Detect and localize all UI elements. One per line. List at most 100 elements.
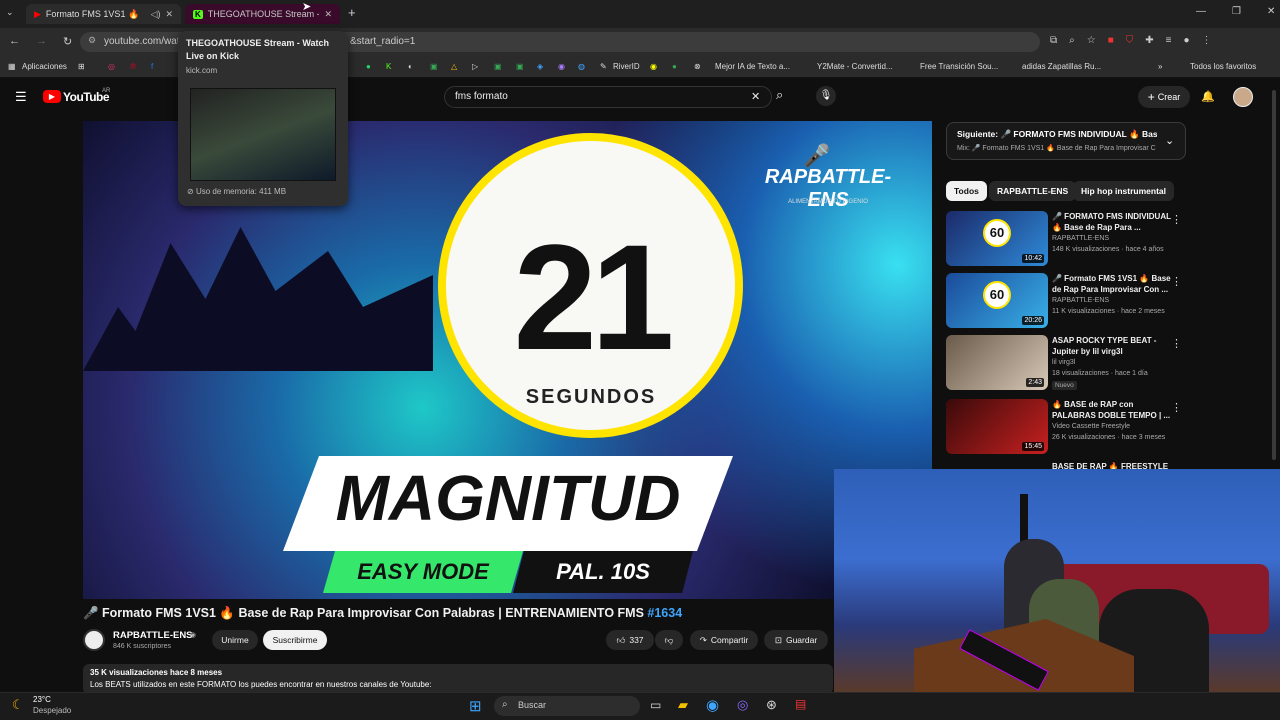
bookmark-icon[interactable]: ◈ bbox=[537, 62, 543, 71]
expand-icon[interactable]: ⌄ bbox=[1165, 134, 1174, 147]
extension-shield-icon[interactable]: ⛉ bbox=[1126, 35, 1134, 46]
reload-icon[interactable]: ↻ bbox=[63, 35, 72, 48]
extensions-puzzle-icon[interactable]: ✚ bbox=[1145, 35, 1153, 46]
tab-search-icon[interactable]: ≡ bbox=[1166, 35, 1172, 46]
save-button[interactable]: ⊡ Guardar bbox=[764, 630, 828, 650]
back-icon[interactable]: ← bbox=[9, 35, 20, 48]
dislike-button[interactable]: 👎︎ bbox=[655, 630, 683, 650]
create-label: Crear bbox=[1157, 92, 1181, 102]
close-window-icon[interactable]: ✕ bbox=[1267, 6, 1275, 17]
bookmark-icon[interactable]: ◉ bbox=[558, 62, 565, 71]
search-input[interactable]: fms formato ✕ bbox=[444, 86, 772, 108]
bookmark-adidas[interactable]: adidas Zapatillas Ru... bbox=[1022, 62, 1101, 71]
channel-avatar[interactable] bbox=[83, 629, 105, 651]
temperature[interactable]: 23°C bbox=[33, 695, 51, 704]
voice-search-icon[interactable]: 🎙 bbox=[816, 86, 836, 106]
bookmark-icon[interactable]: ▷ bbox=[472, 62, 478, 71]
chip-hiphop[interactable]: Hip hop instrumental bbox=[1073, 181, 1174, 201]
bookmark-icon[interactable]: ● bbox=[672, 62, 677, 71]
speaker-icon[interactable]: ◁) bbox=[151, 9, 161, 20]
like-button[interactable]: 👍︎ 337 bbox=[606, 630, 654, 650]
forward-icon[interactable]: → bbox=[36, 35, 47, 48]
instagram-icon[interactable]: ◎ bbox=[108, 62, 115, 71]
close-tab-icon[interactable]: ✕ bbox=[165, 9, 173, 20]
list-item[interactable]: 60 10:42 🎤 FORMATO FMS INDIVIDUAL 🔥 Base… bbox=[946, 211, 1186, 269]
bookmark-icon[interactable]: ◐ bbox=[408, 62, 413, 71]
video-thumbnail[interactable]: 60 10:42 bbox=[946, 211, 1048, 266]
list-item[interactable]: 2:43 ASAP ROCKY TYPE BEAT - Jupiter by l… bbox=[946, 335, 1186, 393]
file-explorer-icon[interactable]: ▰ bbox=[678, 697, 688, 713]
bookmark-ia[interactable]: Mejor IA de Texto a... bbox=[715, 62, 790, 71]
list-item[interactable]: BASE DE RAP 🔥 FREESTYLE bbox=[946, 461, 1186, 469]
cast-icon[interactable]: ⧉ bbox=[1050, 35, 1057, 46]
subscribe-button[interactable]: Suscribirme bbox=[263, 630, 327, 650]
apps-grid-icon[interactable]: ▦ bbox=[8, 62, 16, 71]
new-tab-icon[interactable]: + bbox=[348, 5, 356, 20]
description-box[interactable]: 35 K visualizaciones hace 8 meses Los BE… bbox=[83, 664, 833, 694]
extension-red-icon[interactable]: ■ bbox=[1108, 35, 1114, 46]
more-bookmarks-icon[interactable]: » bbox=[1158, 62, 1162, 71]
notifications-bell-icon[interactable]: 🔔 bbox=[1201, 90, 1215, 103]
tab-list-icon[interactable]: ⌄ bbox=[6, 7, 14, 18]
page-scrollbar[interactable] bbox=[1272, 90, 1276, 460]
chip-channel[interactable]: RAPBATTLE-ENS bbox=[989, 181, 1077, 201]
bookmark-icon[interactable]: ◉ bbox=[650, 62, 657, 71]
video-thumbnail[interactable]: 60 20:26 bbox=[946, 273, 1048, 328]
bookmark-all[interactable]: Todos los favoritos bbox=[1190, 62, 1256, 71]
restore-icon[interactable]: ❐ bbox=[1232, 6, 1241, 17]
kick-bookmark-icon[interactable]: K bbox=[386, 62, 391, 71]
video-thumbnail[interactable]: 15:45 bbox=[946, 399, 1048, 454]
windows-start-icon[interactable]: ⊞ bbox=[469, 697, 482, 715]
bookmark-star-icon[interactable]: ☆ bbox=[1087, 35, 1096, 46]
hamburger-menu-icon[interactable]: ☰ bbox=[15, 89, 27, 105]
account-avatar[interactable] bbox=[1233, 87, 1253, 107]
app-icon[interactable]: ⊛ bbox=[766, 697, 777, 713]
bookmark-riverid[interactable]: RiverID bbox=[613, 62, 640, 71]
video-hashtag[interactable]: #1634 bbox=[647, 606, 682, 620]
chrome-icon[interactable]: ◉ bbox=[706, 696, 719, 714]
bookmark-grid-icon[interactable]: ⊞ bbox=[78, 62, 85, 71]
weather-icon[interactable]: ☾ bbox=[12, 697, 24, 713]
more-options-icon[interactable]: ⋮ bbox=[1171, 275, 1182, 288]
app-icon[interactable]: ▤ bbox=[795, 697, 806, 711]
share-button[interactable]: ↷ Compartir bbox=[690, 630, 758, 650]
up-next-panel[interactable]: Siguiente: 🎤 FORMATO FMS INDIVIDUAL 🔥 Ba… bbox=[946, 122, 1186, 160]
menu-icon[interactable]: ⋮ bbox=[1202, 35, 1212, 46]
drive-icon[interactable]: △ bbox=[451, 62, 457, 71]
more-options-icon[interactable]: ⋮ bbox=[1171, 337, 1182, 350]
chip-all[interactable]: Todos bbox=[946, 181, 987, 201]
channel-name[interactable]: RAPBATTLE-ENS bbox=[113, 630, 193, 641]
site-info-icon[interactable]: ⚙ bbox=[88, 35, 96, 46]
pinterest-icon[interactable]: ℗ bbox=[130, 62, 136, 71]
facebook-icon[interactable]: f bbox=[151, 62, 153, 71]
subscriber-count: 846 K suscriptores bbox=[113, 643, 171, 650]
more-options-icon[interactable]: ⋮ bbox=[1171, 401, 1182, 414]
profile-icon[interactable]: ● bbox=[1184, 35, 1190, 46]
bookmark-transicion[interactable]: Free Transición Sou... bbox=[920, 62, 998, 71]
youtube-logo-icon[interactable]: ▶ bbox=[43, 90, 61, 103]
close-tab-icon[interactable]: ✕ bbox=[324, 9, 332, 20]
bookmark-icon[interactable]: ⊗ bbox=[694, 62, 701, 71]
sheets-icon[interactable]: ▣ bbox=[494, 62, 502, 71]
list-item[interactable]: 15:45 🔥 BASE de RAP con PALABRAS DOBLE T… bbox=[946, 399, 1186, 457]
search-button-icon[interactable]: ⌕ bbox=[776, 87, 783, 103]
bookmark-y2mate[interactable]: Y2Mate - Convertid... bbox=[817, 62, 893, 71]
bookmark-apps[interactable]: Aplicaciones bbox=[22, 62, 67, 71]
whatsapp-icon[interactable]: ● bbox=[366, 62, 371, 71]
join-button[interactable]: Unirme bbox=[212, 630, 258, 650]
tab-kick[interactable]: K THEGOATHOUSE Stream - Watch Live on Ki… bbox=[185, 4, 340, 24]
minimize-icon[interactable]: — bbox=[1196, 6, 1206, 17]
bookmark-icon[interactable]: ◍ bbox=[578, 62, 585, 71]
video-thumbnail[interactable]: 2:43 bbox=[946, 335, 1048, 390]
clear-search-icon[interactable]: ✕ bbox=[751, 90, 760, 103]
more-options-icon[interactable]: ⋮ bbox=[1171, 213, 1182, 226]
bookmark-icon[interactable]: ▣ bbox=[516, 62, 524, 71]
create-button[interactable]: + Crear bbox=[1138, 86, 1190, 108]
sheets-icon[interactable]: ▣ bbox=[430, 62, 438, 71]
taskbar-search[interactable]: ⌕ Buscar bbox=[494, 696, 640, 716]
list-item[interactable]: 60 20:26 🎤 Formato FMS 1VS1 🔥 Base de Ra… bbox=[946, 273, 1186, 331]
tab-youtube[interactable]: ▶ Formato FMS 1VS1 🔥 ◁) ✕ bbox=[26, 4, 181, 24]
app-icon[interactable]: ◎ bbox=[737, 697, 748, 713]
taskview-icon[interactable]: ▭ bbox=[650, 698, 661, 712]
zoom-icon[interactable]: ⌕ bbox=[1069, 35, 1075, 46]
